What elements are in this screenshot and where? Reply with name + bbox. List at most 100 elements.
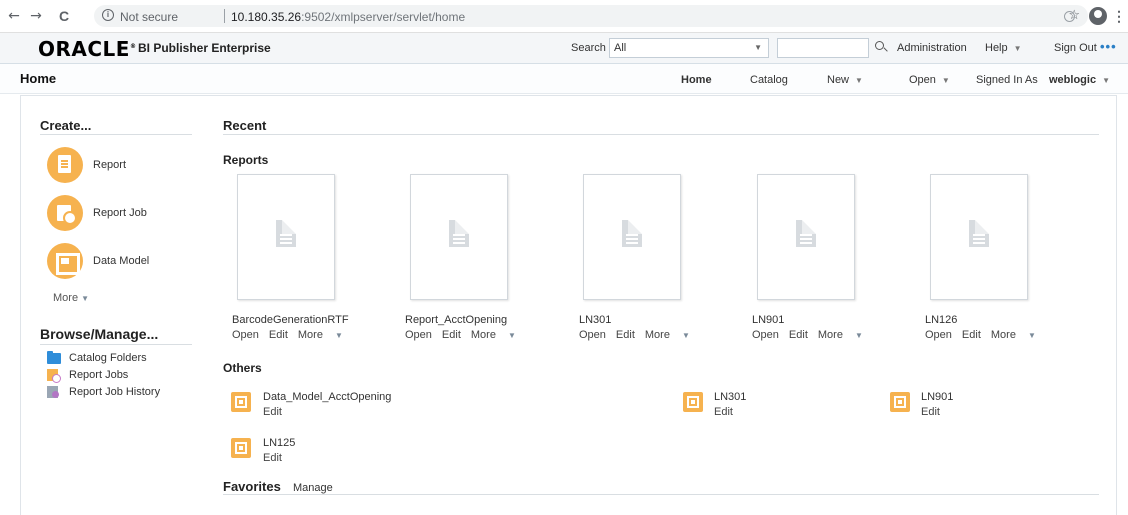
info-icon[interactable]: i: [102, 9, 114, 21]
search-icon[interactable]: [874, 40, 888, 54]
other-item-name[interactable]: LN301: [714, 391, 746, 403]
nav-catalog[interactable]: Catalog: [750, 74, 788, 86]
report-more-menu[interactable]: More ▼: [645, 329, 700, 341]
product-name: BI Publisher Enterprise: [138, 41, 271, 55]
page-bar: Home Home Catalog New ▼ Open ▼ Signed In A…: [0, 64, 1128, 94]
favorites-divider: [223, 494, 1099, 495]
report-actions: Open Edit More ▼: [752, 329, 883, 341]
report-actions: Open Edit More ▼: [232, 329, 363, 341]
address-bar[interactable]: i Not secure 10.180.35.26:9502/xmlpserve…: [94, 5, 1088, 27]
report-edit-link[interactable]: Edit: [269, 329, 288, 341]
document-icon: [276, 220, 296, 247]
sign-out-link[interactable]: Sign Out: [1054, 42, 1097, 54]
report-open-link[interactable]: Open: [232, 329, 259, 341]
chevron-down-icon: ▼: [941, 76, 950, 85]
other-item-name[interactable]: LN125: [263, 437, 295, 449]
favorites-manage-link[interactable]: Manage: [293, 482, 333, 494]
create-divider: [40, 134, 192, 135]
chevron-down-icon: ▼: [1027, 331, 1036, 340]
search-scope-select[interactable]: All ▼: [609, 38, 769, 58]
profile-icon[interactable]: [1089, 7, 1107, 25]
other-item-edit-link[interactable]: Edit: [921, 406, 940, 418]
extension-icon[interactable]: [1064, 11, 1075, 22]
report-name: BarcodeGenerationRTF: [232, 314, 349, 326]
other-item-edit-link[interactable]: Edit: [263, 452, 282, 464]
report-more-menu[interactable]: More ▼: [818, 329, 873, 341]
browser-menu-icon[interactable]: ⋮: [1112, 7, 1126, 25]
report-card-thumbnail[interactable]: [237, 174, 335, 300]
report-actions: Open Edit More ▼: [579, 329, 710, 341]
other-item-edit-link[interactable]: Edit: [714, 406, 733, 418]
create-report-button[interactable]: Report: [47, 147, 187, 183]
help-menu[interactable]: Help ▼: [985, 42, 1022, 54]
report-more-menu[interactable]: More ▼: [991, 329, 1046, 341]
logo-mark: ®: [129, 43, 137, 50]
document-icon: [622, 220, 642, 247]
administration-link[interactable]: Administration: [897, 42, 967, 54]
url-text[interactable]: 10.180.35.26:9502/xmlpserver/servlet/hom…: [231, 10, 465, 24]
report-jobs-icon: [47, 369, 61, 383]
other-item-name[interactable]: Data_Model_AcctOpening: [263, 391, 391, 403]
user-menu[interactable]: weblogic ▼: [1049, 74, 1110, 86]
nav-new-label: New: [827, 74, 850, 86]
report-circle: [47, 147, 83, 183]
oracle-logo: ORACLE®: [38, 39, 136, 59]
forward-arrow-icon[interactable]: →: [27, 7, 45, 25]
data-model-icon: [890, 392, 910, 412]
favorites-title: Favorites: [223, 479, 281, 494]
create-data-model-button[interactable]: Data Model: [47, 243, 187, 279]
report-name: Report_AcctOpening: [405, 314, 508, 326]
back-arrow-icon[interactable]: ←: [5, 7, 23, 25]
report-edit-link[interactable]: Edit: [789, 329, 808, 341]
report-name: LN301: [579, 314, 612, 326]
recent-title: Recent: [223, 118, 267, 133]
chevron-down-icon: ▼: [1102, 76, 1110, 85]
create-report-job-label: Report Job: [93, 207, 147, 219]
browse-divider: [40, 344, 192, 345]
create-report-label: Report: [93, 159, 127, 171]
chevron-down-icon: ▼: [854, 331, 863, 340]
report-open-link[interactable]: Open: [925, 329, 952, 341]
report-more-label: More: [470, 329, 496, 341]
report-more-label: More: [990, 329, 1016, 341]
report-name: LN901: [752, 314, 785, 326]
help-label: Help: [985, 42, 1008, 54]
report-job-history-icon: [47, 386, 59, 398]
create-more-label: More: [53, 292, 79, 304]
report-edit-link[interactable]: Edit: [442, 329, 461, 341]
other-item-edit-link[interactable]: Edit: [263, 406, 282, 418]
search-label: Search: [571, 42, 606, 54]
url-path: :9502/xmlpserver/servlet/home: [301, 10, 466, 24]
reload-icon[interactable]: C: [55, 7, 73, 25]
browser-chrome: ← → C i Not secure 10.180.35.26:9502/xml…: [0, 0, 1128, 33]
chevron-down-icon: ▼: [334, 331, 343, 340]
report-card-thumbnail[interactable]: [583, 174, 681, 300]
report-more-label: More: [817, 329, 843, 341]
other-item-name[interactable]: LN901: [921, 391, 953, 403]
create-title: Create...: [40, 118, 92, 133]
more-options-icon[interactable]: •••: [1100, 39, 1117, 54]
page-title: Home: [20, 71, 57, 86]
create-report-job-button[interactable]: Report Job: [47, 195, 187, 231]
search-input[interactable]: [777, 38, 869, 58]
app-header: ORACLE® BI Publisher Enterprise Search A…: [0, 33, 1128, 64]
nav-home[interactable]: Home: [681, 74, 712, 86]
report-card-thumbnail[interactable]: [930, 174, 1028, 300]
create-more-link[interactable]: More ▼: [53, 292, 89, 304]
report-more-menu[interactable]: More ▼: [298, 329, 353, 341]
document-icon: [449, 220, 469, 247]
report-open-link[interactable]: Open: [405, 329, 432, 341]
nav-open-label: Open: [909, 74, 936, 86]
report-edit-link[interactable]: Edit: [962, 329, 981, 341]
report-more-menu[interactable]: More ▼: [471, 329, 526, 341]
report-open-link[interactable]: Open: [579, 329, 606, 341]
report-edit-link[interactable]: Edit: [616, 329, 635, 341]
report-open-link[interactable]: Open: [752, 329, 779, 341]
report-card-thumbnail[interactable]: [757, 174, 855, 300]
catalog-folders-label: Catalog Folders: [69, 352, 147, 364]
data-model-icon: [683, 392, 703, 412]
report-card-thumbnail[interactable]: [410, 174, 508, 300]
nav-open-menu[interactable]: Open ▼: [909, 74, 950, 86]
reports-title: Reports: [223, 153, 269, 167]
nav-new-menu[interactable]: New ▼: [827, 74, 863, 86]
